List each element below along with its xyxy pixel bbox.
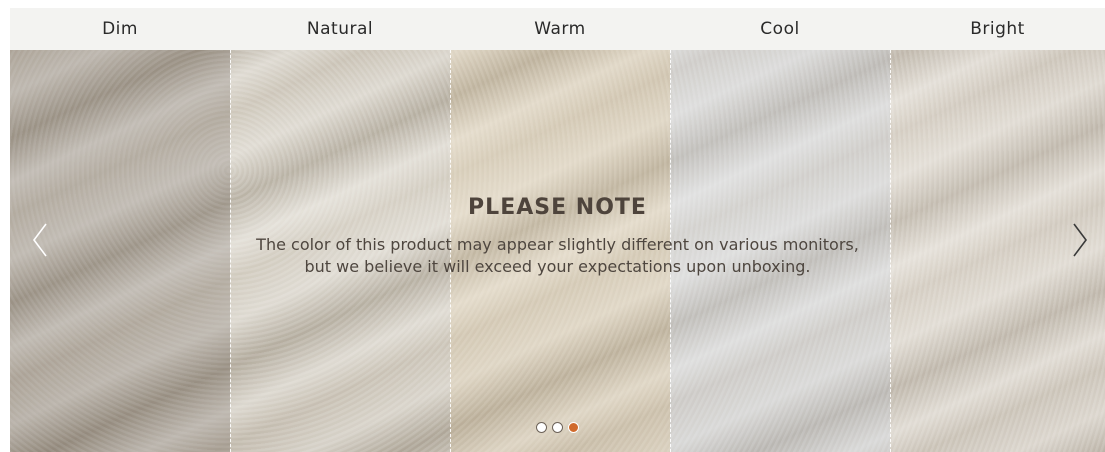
fabric-image-panels: PLEASE NOTE The color of this product ma… <box>10 50 1105 452</box>
note-line-1: The color of this product may appear sli… <box>256 235 859 254</box>
note-line-2: but we believe it will exceed your expec… <box>304 257 811 276</box>
header-label-dim: Dim <box>102 19 138 39</box>
lighting-header: Dim Natural Warm Cool Bright <box>10 8 1105 50</box>
header-label-natural: Natural <box>306 19 374 39</box>
note-text: The color of this product may appear sli… <box>10 234 1105 278</box>
header-label-bright: Bright <box>970 19 1025 39</box>
pagination-dots <box>10 422 1105 433</box>
pagination-dot-1[interactable] <box>536 422 547 433</box>
header-label-warm: Warm <box>534 19 586 39</box>
color-comparison-carousel: Dim Natural Warm Cool Bright PLEASE NOTE… <box>10 8 1105 452</box>
chevron-right-icon <box>1073 223 1087 257</box>
chevron-left-icon <box>33 223 47 257</box>
header-label-cool: Cool <box>760 19 800 39</box>
pagination-dot-2[interactable] <box>552 422 563 433</box>
next-slide-button[interactable] <box>1068 220 1092 260</box>
prev-slide-button[interactable] <box>28 220 52 260</box>
note-title: PLEASE NOTE <box>468 195 647 220</box>
pagination-dot-3-active[interactable] <box>568 422 579 433</box>
